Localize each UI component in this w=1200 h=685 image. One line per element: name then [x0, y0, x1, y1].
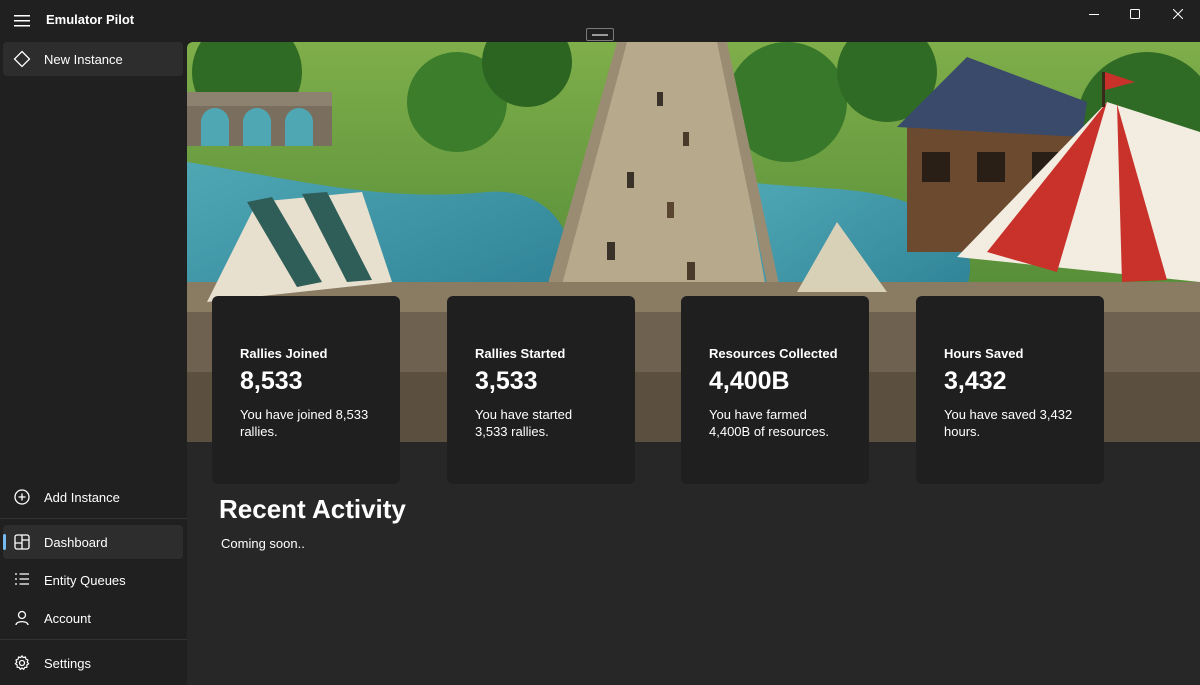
sidebar-item-add-instance[interactable]: Add Instance	[3, 480, 183, 514]
person-icon	[13, 609, 31, 627]
stat-value: 3,432	[944, 367, 1007, 395]
active-indicator	[3, 534, 6, 550]
maximize-icon	[1130, 9, 1140, 19]
stat-title: Resources Collected	[709, 346, 838, 361]
sidebar: New Instance Add Instance Dashboard Enti…	[0, 42, 187, 685]
sidebar-item-label: Settings	[44, 655, 91, 671]
stat-title: Rallies Joined	[240, 346, 328, 361]
sidebar-item-label: Entity Queues	[44, 572, 126, 588]
gear-icon	[13, 654, 31, 672]
dashboard-icon	[13, 533, 31, 551]
stat-card-rallies-joined: Rallies Joined 8,533 You have joined 8,5…	[212, 296, 400, 484]
list-icon	[13, 571, 31, 589]
recent-activity-heading: Recent Activity	[219, 494, 406, 524]
sidebar-item-label: New Instance	[44, 51, 123, 67]
stat-description: You have saved 3,432 hours.	[944, 407, 1073, 439]
stat-title: Rallies Started	[475, 346, 566, 361]
minimize-icon	[1089, 14, 1099, 15]
hamburger-menu-button[interactable]	[10, 8, 34, 34]
sidebar-item-dashboard[interactable]: Dashboard	[3, 525, 183, 559]
stat-value: 4,400B	[709, 367, 790, 395]
stat-title: Hours Saved	[944, 346, 1024, 361]
drag-handle-icon[interactable]	[586, 28, 614, 41]
close-button[interactable]	[1156, 0, 1200, 28]
diamond-icon	[13, 50, 31, 68]
stat-description: You have started 3,533 rallies.	[475, 407, 573, 439]
sidebar-item-new-instance[interactable]: New Instance	[3, 42, 183, 76]
maximize-button[interactable]	[1113, 0, 1157, 28]
stat-value: 3,533	[475, 367, 538, 395]
sidebar-item-label: Account	[44, 610, 91, 626]
stat-description: You have farmed 4,400B of resources.	[709, 407, 829, 439]
stat-description: You have joined 8,533 rallies.	[240, 407, 369, 439]
sidebar-divider	[0, 518, 187, 519]
sidebar-divider	[0, 639, 187, 640]
stat-card-hours-saved: Hours Saved 3,432 You have saved 3,432 h…	[916, 296, 1104, 484]
sidebar-item-entity-queues[interactable]: Entity Queues	[3, 563, 183, 597]
sidebar-item-settings[interactable]: Settings	[3, 646, 183, 680]
stat-card-resources-collected: Resources Collected 4,400B You have farm…	[681, 296, 869, 484]
main-content: Rallies Joined 8,533 You have joined 8,5…	[187, 42, 1200, 685]
close-icon	[1173, 9, 1183, 19]
hamburger-icon	[14, 15, 30, 27]
add-circle-icon	[13, 488, 31, 506]
stat-card-rallies-started: Rallies Started 3,533 You have started 3…	[447, 296, 635, 484]
sidebar-item-label: Dashboard	[44, 534, 108, 550]
minimize-button[interactable]	[1072, 0, 1116, 28]
stat-value: 8,533	[240, 367, 303, 395]
sidebar-item-label: Add Instance	[44, 489, 120, 505]
sidebar-item-account[interactable]: Account	[3, 601, 183, 635]
recent-activity-body: Coming soon..	[221, 536, 305, 551]
app-title: Emulator Pilot	[46, 12, 135, 27]
title-bar: Emulator Pilot	[0, 0, 1200, 42]
